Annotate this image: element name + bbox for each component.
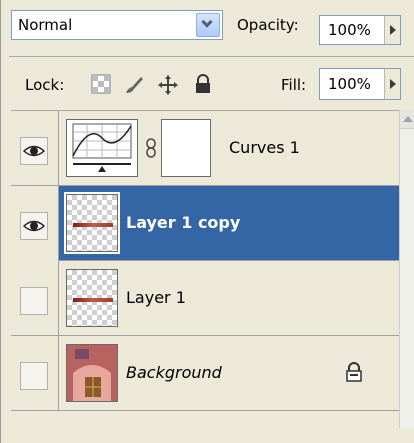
fill-label: Fill: — [281, 76, 307, 94]
lock-all-icon[interactable] — [193, 74, 213, 94]
layer-name: Curves 1 — [229, 138, 300, 157]
visibility-toggle[interactable] — [11, 186, 59, 261]
layer-mask-thumbnail[interactable] — [161, 119, 211, 177]
opacity-arrow-icon[interactable] — [384, 16, 400, 44]
layers-scrollbar[interactable] — [399, 110, 414, 428]
lock-position-move-icon[interactable] — [157, 74, 178, 95]
layer-name: Layer 1 copy — [126, 213, 241, 232]
visibility-box — [20, 362, 48, 390]
layer-row-layer-1[interactable]: Layer 1 — [11, 261, 399, 336]
opacity-value: 100% — [328, 21, 371, 39]
layers-list: Curves 1 Layer 1 copy Layer 1 Background — [11, 110, 399, 429]
lock-label: Lock: — [25, 76, 65, 94]
lock-image-brush-icon[interactable] — [123, 74, 143, 94]
eye-icon — [22, 220, 46, 232]
visibility-toggle[interactable] — [11, 336, 59, 411]
chain-link-icon[interactable] — [145, 138, 157, 158]
blend-mode-select[interactable]: Normal — [11, 10, 223, 40]
panel-bottom — [11, 428, 414, 443]
layer-content-strip — [73, 223, 113, 227]
visibility-toggle[interactable] — [11, 261, 59, 336]
fill-field[interactable]: 100% — [319, 68, 401, 100]
fill-arrow-icon[interactable] — [384, 69, 400, 99]
curves-thumbnail[interactable] — [66, 119, 138, 177]
layers-panel: Normal Opacity: 100% Lock: Fill: 100% Cu… — [0, 0, 414, 443]
layer-thumbnail[interactable] — [64, 192, 120, 254]
background-image-icon — [67, 345, 117, 401]
visibility-box — [20, 212, 48, 240]
layer-thumbnail[interactable] — [66, 269, 118, 327]
visibility-box — [20, 287, 48, 315]
curves-icon — [72, 123, 132, 172]
divider — [9, 56, 414, 57]
eye-icon — [22, 145, 46, 157]
opacity-label: Opacity: — [237, 16, 299, 34]
visibility-toggle[interactable] — [11, 111, 59, 186]
layer-content-strip — [73, 298, 113, 302]
opacity-field[interactable]: 100% — [319, 15, 401, 45]
layer-row-background[interactable]: Background — [11, 336, 399, 411]
layer-name: Layer 1 — [126, 288, 186, 307]
lock-transparency-icon[interactable] — [91, 74, 111, 94]
layer-lock-icon — [345, 362, 363, 386]
fill-value: 100% — [328, 75, 371, 93]
layer-name: Background — [126, 363, 222, 382]
blend-mode-value: Normal — [18, 16, 73, 34]
visibility-box — [20, 137, 48, 165]
layer-row-layer-1-copy[interactable]: Layer 1 copy — [11, 186, 399, 261]
empty-list-area — [11, 411, 399, 429]
layer-row-curves[interactable]: Curves 1 — [11, 111, 399, 186]
chevron-down-icon[interactable] — [196, 13, 220, 37]
background-thumbnail[interactable] — [66, 344, 118, 402]
scroll-up-icon[interactable] — [400, 110, 414, 129]
